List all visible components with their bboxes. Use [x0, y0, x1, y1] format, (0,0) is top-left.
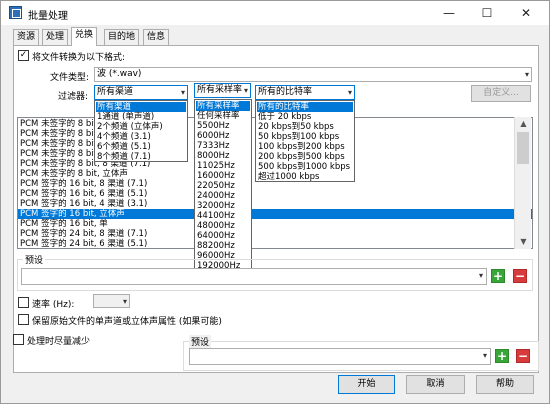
channel-option[interactable]: 2个频道 (立体声): [96, 122, 186, 132]
format-list-item[interactable]: PCM 未签字的 8 bit, 立体声: [20, 169, 128, 179]
channel-option[interactable]: 6个频道 (5.1): [96, 142, 186, 152]
rate-select[interactable]: ▾: [93, 294, 130, 308]
channel-option[interactable]: 1通道 (单声道): [96, 112, 186, 122]
sample-rate-option[interactable]: 22050Hz: [196, 181, 250, 191]
bitrate-option[interactable]: 100 kbps到200 kbps: [257, 142, 353, 152]
format-list-scrollbar[interactable]: ▲ ▼: [514, 117, 531, 249]
channel-option[interactable]: 4个频道 (3.1): [96, 132, 186, 142]
sample-rate-option[interactable]: 11025Hz: [196, 161, 250, 171]
title-bar: 批量处理 — ☐ ✕: [1, 1, 549, 25]
format-list-item[interactable]: PCM 签字的 16 bit, 单: [20, 219, 108, 229]
file-type-label: 文件类型:: [50, 73, 90, 83]
convert-checkbox-label: 将文件转换为以下格式:: [32, 53, 126, 63]
scroll-up-icon[interactable]: ▲: [515, 117, 532, 131]
close-button[interactable]: ✕: [506, 1, 546, 25]
custom-button[interactable]: 自定义...: [471, 85, 531, 102]
window-title: 批量处理: [28, 11, 68, 22]
bitrate-option[interactable]: 20 kbps到50 kbps: [257, 122, 353, 132]
sample-rate-filter-select[interactable]: 所有采样率 ▾: [194, 83, 251, 98]
scroll-down-icon[interactable]: ▼: [515, 235, 532, 249]
sample-rate-option[interactable]: 32000Hz: [196, 201, 250, 211]
bitrate-option[interactable]: 超过1000 kbps: [257, 172, 353, 181]
format-list-item[interactable]: PCM 签字的 24 bit, 8 渠道 (7.1): [20, 229, 147, 239]
tab-resources[interactable]: 资源: [13, 29, 40, 45]
bitrate-option[interactable]: 200 kbps到500 kbps: [257, 152, 353, 162]
app-icon: [9, 6, 22, 19]
channel-filter-value: 所有渠道: [97, 87, 134, 97]
sample-rate-option[interactable]: 任何采样率: [196, 111, 250, 121]
sample-rate-option[interactable]: 7333Hz: [196, 141, 250, 151]
sample-rate-filter-value: 所有采样率: [197, 85, 243, 95]
add-preset-button[interactable]: +: [491, 269, 505, 283]
filter-label: 过滤器:: [58, 92, 89, 102]
format-list-item[interactable]: PCM 签字的 16 bit, 4 渠道 (3.1): [20, 199, 147, 209]
channel-dropdown[interactable]: 所有渠道 1通道 (单声道) 2个频道 (立体声) 4个频道 (3.1) 6个频道 (5…: [94, 100, 188, 162]
channel-filter-select[interactable]: 所有渠道 ▾: [94, 85, 188, 100]
chevron-down-icon: ▾: [180, 88, 185, 97]
chevron-down-icon: ▾: [243, 86, 248, 95]
sample-rate-option[interactable]: 所有采样率: [196, 101, 250, 111]
format-list-item[interactable]: PCM 签字的 16 bit, 8 渠道 (7.1): [20, 179, 147, 189]
minimize-button[interactable]: —: [429, 1, 469, 25]
batch-window: 批量处理 — ☐ ✕ 资源 处理 兑换 目的地 信息 ✓ 将文件转换为以下格式:…: [0, 0, 550, 404]
file-type-select[interactable]: 波 (*.wav) ▾: [94, 67, 532, 82]
remove-bottom-preset-button[interactable]: −: [516, 349, 530, 363]
sample-rate-option[interactable]: 6000Hz: [196, 131, 250, 141]
maximize-button[interactable]: ☐: [467, 1, 507, 25]
sample-rate-option[interactable]: 16000Hz: [196, 171, 250, 181]
minimize-processing-checkbox[interactable]: [13, 334, 24, 345]
bottom-preset-select[interactable]: ▾: [189, 348, 491, 365]
tab-convert[interactable]: 兑换: [71, 27, 98, 46]
chevron-down-icon: ▾: [482, 351, 487, 360]
sample-rate-option[interactable]: 8000Hz: [196, 151, 250, 161]
bitrate-option[interactable]: 50 kbps到100 kbps: [257, 132, 353, 142]
bitrate-option[interactable]: 所有的比特率: [257, 102, 353, 112]
tab-destination[interactable]: 目的地: [104, 29, 140, 45]
tab-info[interactable]: 信息: [143, 29, 170, 45]
format-list-item[interactable]: PCM 签字的 16 bit, 立体声: [18, 209, 532, 219]
sample-rate-option[interactable]: 5500Hz: [196, 121, 250, 131]
sample-rate-option[interactable]: 88200Hz: [196, 241, 250, 251]
format-list-item[interactable]: PCM 签字的 16 bit, 6 渠道 (5.1): [20, 189, 147, 199]
sample-rate-option[interactable]: 24000Hz: [196, 191, 250, 201]
chevron-down-icon: ▾: [122, 297, 127, 306]
keep-channels-checkbox[interactable]: [18, 314, 29, 325]
add-bottom-preset-button[interactable]: +: [495, 349, 509, 363]
channel-option[interactable]: 8个频道 (7.1): [96, 152, 186, 161]
sample-rate-option[interactable]: 64000Hz: [196, 231, 250, 241]
cancel-button[interactable]: 取消: [406, 375, 465, 394]
chevron-down-icon: ▾: [478, 271, 483, 280]
file-type-value: 波 (*.wav): [97, 69, 142, 79]
bitrate-filter-value: 所有的比特率: [258, 87, 313, 97]
minimize-processing-label: 处理时尽量减少: [27, 337, 91, 347]
bottom-preset-title: 预设: [189, 335, 212, 348]
sample-rate-option[interactable]: 44100Hz: [196, 211, 250, 221]
sample-rate-dropdown[interactable]: 所有采样率 任何采样率 5500Hz 6000Hz 7333Hz 8000Hz 11025H…: [194, 99, 252, 272]
format-list-item[interactable]: PCM 签字的 24 bit, 6 渠道 (5.1): [20, 239, 147, 248]
convert-checkbox[interactable]: ✓: [18, 50, 29, 61]
bitrate-filter-select[interactable]: 所有的比特率 ▾: [255, 85, 355, 100]
rate-label: 速率 (Hz):: [32, 300, 75, 310]
preset-select[interactable]: ▾: [21, 268, 487, 285]
bitrate-dropdown[interactable]: 所有的比特率 低于 20 kbps 20 kbps到50 kbps 50 kbps到1…: [255, 100, 355, 182]
sample-rate-option[interactable]: 48000Hz: [196, 221, 250, 231]
bitrate-option[interactable]: 500 kbps到1000 kbps: [257, 162, 353, 172]
start-button[interactable]: 开始: [338, 375, 395, 394]
help-button[interactable]: 帮助: [476, 375, 534, 394]
bitrate-option[interactable]: 低于 20 kbps: [257, 112, 353, 122]
keep-channels-label: 保留原始文件的单声道或立体声属性 (如果可能): [32, 317, 222, 327]
tab-processing[interactable]: 处理: [42, 29, 69, 45]
scroll-thumb[interactable]: [517, 132, 529, 164]
channel-option[interactable]: 所有渠道: [96, 102, 186, 112]
remove-preset-button[interactable]: −: [513, 269, 527, 283]
rate-checkbox[interactable]: [18, 297, 29, 308]
chevron-down-icon: ▾: [524, 70, 529, 79]
chevron-down-icon: ▾: [347, 88, 352, 97]
preset-group-title: 预设: [23, 253, 46, 266]
